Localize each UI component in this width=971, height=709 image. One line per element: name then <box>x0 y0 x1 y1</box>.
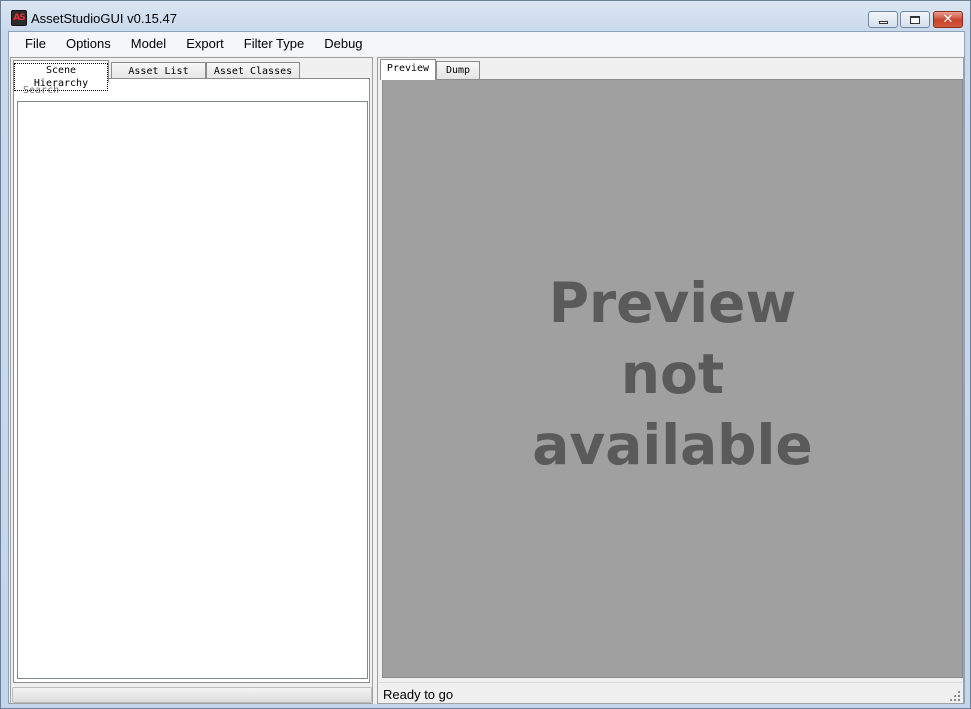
menu-model[interactable]: Model <box>121 33 176 55</box>
menu-file[interactable]: File <box>15 33 56 55</box>
minimize-icon <box>878 21 888 24</box>
menu-options[interactable]: Options <box>56 33 121 55</box>
scene-tree-view[interactable] <box>17 101 368 679</box>
tab-dump[interactable]: Dump <box>436 61 480 80</box>
app-window: AS AssetStudioGUI v0.15.47 ✕ File Option… <box>0 0 971 709</box>
resize-grip-icon[interactable] <box>949 690 960 701</box>
menu-filter-type[interactable]: Filter Type <box>234 33 314 55</box>
window-title: AssetStudioGUI v0.15.47 <box>31 11 177 26</box>
status-bar: Ready to go <box>379 682 962 703</box>
tab-scene-hierarchy-label: Scene Hierarchy <box>14 63 108 91</box>
preview-not-available-message: Preview not available <box>532 271 813 477</box>
close-icon: ✕ <box>942 11 954 27</box>
app-icon: AS <box>11 10 27 26</box>
restore-icon <box>910 15 920 24</box>
right-panel: Preview Dump Preview not available Ready… <box>377 57 964 704</box>
menu-debug[interactable]: Debug <box>314 33 372 55</box>
status-text: Ready to go <box>383 687 454 702</box>
scene-hierarchy-panel <box>13 78 370 683</box>
left-panel: Scene Hierarchy Asset List Asset Classes <box>10 57 373 704</box>
progress-bar <box>12 687 372 703</box>
title-bar[interactable]: AS AssetStudioGUI v0.15.47 ✕ <box>1 1 970 31</box>
close-button[interactable]: ✕ <box>933 11 963 28</box>
menu-bar: File Options Model Export Filter Type De… <box>9 32 964 56</box>
minimize-button[interactable] <box>868 11 898 28</box>
tab-preview[interactable]: Preview <box>380 59 436 80</box>
client-area: File Options Model Export Filter Type De… <box>8 31 965 704</box>
tab-scene-hierarchy[interactable]: Scene Hierarchy <box>13 60 109 91</box>
maximize-button[interactable] <box>900 11 930 28</box>
preview-area: Preview not available <box>382 79 963 678</box>
menu-export[interactable]: Export <box>176 33 234 55</box>
